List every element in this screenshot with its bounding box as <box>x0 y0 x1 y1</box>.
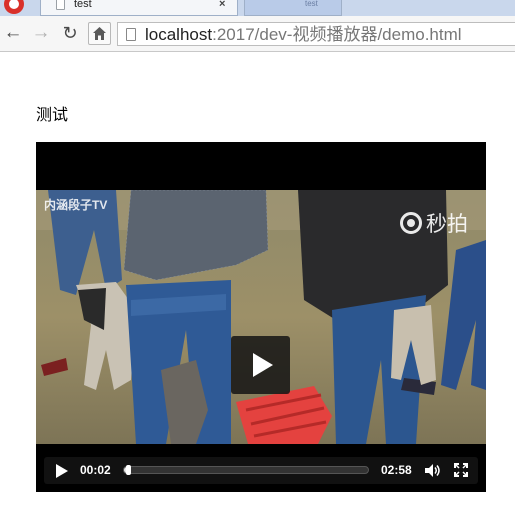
page-favicon-icon <box>56 0 65 10</box>
camera-icon <box>400 212 422 234</box>
play-icon[interactable] <box>56 464 68 478</box>
address-bar[interactable]: localhost:2017/dev-视频播放器/demo.html <box>117 22 515 46</box>
duration: 02:58 <box>381 463 412 477</box>
url-text[interactable]: localhost:2017/dev-视频播放器/demo.html <box>145 25 462 45</box>
home-icon <box>93 27 106 40</box>
active-tab[interactable]: test × <box>40 0 238 16</box>
fullscreen-icon[interactable] <box>454 463 468 477</box>
watermark-right-text: 秒拍 <box>426 213 468 236</box>
tab-strip: test × test <box>0 0 515 16</box>
forward-arrow-icon[interactable]: → <box>31 23 51 43</box>
video-player[interactable]: 内涵段子TV 秒拍 00:02 02:58 <box>36 142 486 492</box>
page-icon <box>126 28 136 41</box>
home-button[interactable] <box>88 22 111 45</box>
watermark-right: 秒拍 <box>400 208 468 238</box>
active-tab-title: test <box>74 0 92 10</box>
url-path: :2017/dev-视频播放器/demo.html <box>212 25 462 44</box>
big-play-button[interactable] <box>231 336 290 394</box>
browser-logo-icon[interactable] <box>4 0 24 14</box>
watermark-left: 内涵段子TV <box>44 198 108 212</box>
volume-icon[interactable] <box>424 463 442 478</box>
page-heading: 测试 <box>36 107 69 124</box>
reload-icon[interactable]: ↻ <box>60 23 80 43</box>
url-host: localhost <box>145 25 213 44</box>
back-arrow-icon[interactable]: ← <box>3 23 23 43</box>
seek-handle[interactable] <box>125 465 131 475</box>
inactive-tab[interactable]: test <box>244 0 342 16</box>
tab-close-icon[interactable]: × <box>219 0 225 10</box>
browser-toolbar: ← → ↻ localhost:2017/dev-视频播放器/demo.html <box>0 16 515 52</box>
video-controls: 00:02 02:58 <box>44 457 478 484</box>
current-time: 00:02 <box>80 463 111 477</box>
inactive-tab-title: test <box>305 0 318 8</box>
video-frame[interactable]: 内涵段子TV 秒拍 <box>36 190 486 444</box>
seek-bar[interactable] <box>123 466 369 474</box>
